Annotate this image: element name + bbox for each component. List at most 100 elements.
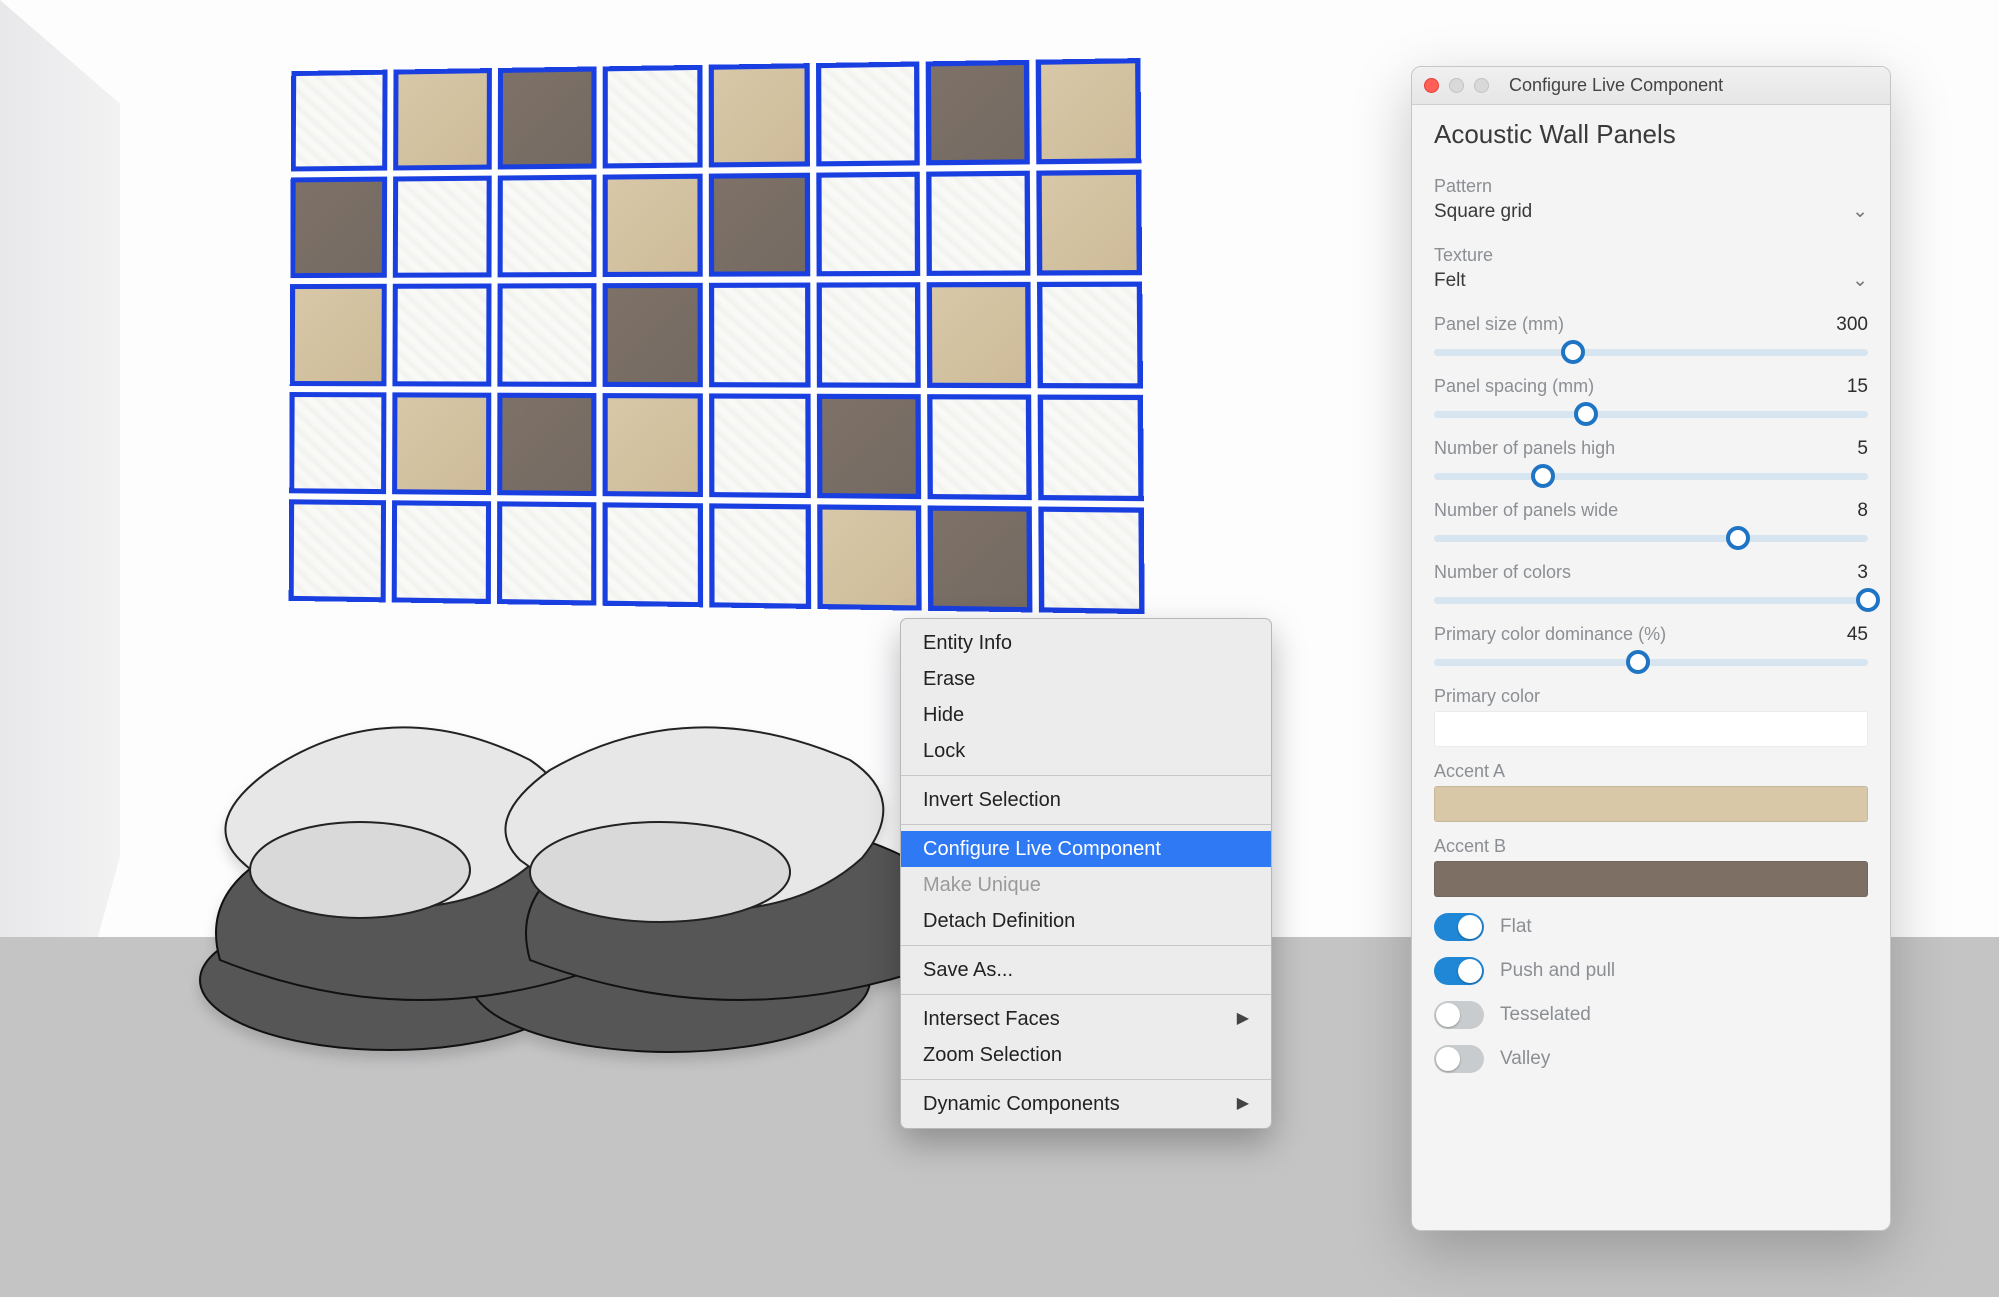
texture-select[interactable]: Felt ⌄ — [1434, 266, 1868, 300]
panel-tile[interactable] — [497, 66, 596, 169]
panel-tile[interactable] — [709, 503, 811, 609]
tesselated-toggle[interactable] — [1434, 1001, 1484, 1029]
slider-track — [1434, 473, 1868, 480]
panel-tile[interactable] — [393, 284, 491, 386]
couch-model[interactable] — [190, 660, 950, 1060]
menu-item-detach-definition[interactable]: Detach Definition — [901, 903, 1271, 939]
slider-track — [1434, 349, 1868, 356]
primary-color-label: Primary color — [1434, 686, 1868, 707]
window-titlebar[interactable]: Configure Live Component — [1412, 67, 1890, 105]
panel-tile[interactable] — [1038, 506, 1145, 614]
zoom-icon[interactable] — [1474, 78, 1489, 93]
panel-tile[interactable] — [709, 393, 811, 498]
panel-tile[interactable] — [602, 393, 703, 497]
panel-tile[interactable] — [392, 392, 490, 495]
panel-tile[interactable] — [926, 282, 1031, 388]
primary-color-swatch[interactable] — [1434, 711, 1868, 747]
texture-field: Texture Felt ⌄ — [1434, 245, 1868, 300]
minimize-icon[interactable] — [1449, 78, 1464, 93]
slider-track — [1434, 659, 1868, 666]
close-icon[interactable] — [1424, 78, 1439, 93]
slider-thumb[interactable] — [1561, 340, 1585, 364]
panel-tile[interactable] — [817, 283, 920, 388]
panel-tile[interactable] — [289, 392, 386, 494]
flat-label: Flat — [1500, 916, 1532, 938]
panel-tile[interactable] — [816, 61, 919, 166]
panel-tile[interactable] — [393, 68, 491, 171]
panel-tile[interactable] — [392, 500, 491, 604]
menu-separator — [901, 994, 1271, 995]
menu-item-zoom-selection[interactable]: Zoom Selection — [901, 1037, 1271, 1073]
push-pull-toggle[interactable] — [1434, 957, 1484, 985]
panel_size-slider[interactable] — [1434, 342, 1868, 362]
menu-item-intersect-faces[interactable]: Intersect Faces▶ — [901, 1001, 1271, 1037]
colors-label: Number of colors — [1434, 562, 1571, 583]
panel-tile[interactable] — [817, 393, 920, 499]
colors-slider[interactable] — [1434, 590, 1868, 610]
menu-item-dynamic-components[interactable]: Dynamic Components▶ — [901, 1086, 1271, 1122]
slider-thumb[interactable] — [1626, 650, 1650, 674]
panel-tile[interactable] — [709, 283, 811, 387]
panel-tile[interactable] — [709, 63, 811, 168]
slider-track — [1434, 597, 1868, 604]
accent-b-swatch[interactable] — [1434, 861, 1868, 897]
menu-item-save-as-[interactable]: Save As... — [901, 952, 1271, 988]
panel-tile[interactable] — [1037, 282, 1143, 388]
accent-b-field: Accent B — [1434, 836, 1868, 897]
slider-thumb[interactable] — [1726, 526, 1750, 550]
menu-item-lock[interactable]: Lock — [901, 733, 1271, 769]
texture-label: Texture — [1434, 245, 1868, 266]
panel-tile[interactable] — [817, 172, 920, 277]
slider-thumb[interactable] — [1856, 588, 1880, 612]
panel-heading: Acoustic Wall Panels — [1412, 105, 1890, 156]
panel-tile[interactable] — [497, 175, 596, 278]
panel-tile[interactable] — [927, 394, 1032, 500]
menu-item-entity-info[interactable]: Entity Info — [901, 625, 1271, 661]
spacing-slider[interactable] — [1434, 404, 1868, 424]
toggle-knob — [1458, 915, 1482, 939]
wide-slider[interactable] — [1434, 528, 1868, 548]
panel-tile[interactable] — [1037, 394, 1143, 501]
panel-tile[interactable] — [290, 177, 387, 279]
pattern-select[interactable]: Square grid ⌄ — [1434, 197, 1868, 231]
acoustic-panel-component[interactable] — [289, 58, 1145, 614]
panel-tile[interactable] — [289, 499, 387, 602]
menu-item-invert-selection[interactable]: Invert Selection — [901, 782, 1271, 818]
panel-tile[interactable] — [602, 174, 702, 278]
menu-item-hide[interactable]: Hide — [901, 697, 1271, 733]
panel-tile[interactable] — [497, 284, 596, 387]
panel-tile[interactable] — [497, 392, 596, 496]
dominance-slider[interactable] — [1434, 652, 1868, 672]
panel-tile[interactable] — [1036, 170, 1142, 276]
panel-tile[interactable] — [925, 60, 1029, 166]
panel-tile[interactable] — [1035, 58, 1141, 164]
slider-thumb[interactable] — [1531, 464, 1555, 488]
colors-value: 3 — [1857, 562, 1868, 584]
flat-toggle[interactable] — [1434, 913, 1484, 941]
panel-tile[interactable] — [291, 70, 388, 172]
colors-field: Number of colors 3 — [1434, 562, 1868, 610]
menu-separator — [901, 824, 1271, 825]
panel-tile[interactable] — [290, 284, 387, 386]
menu-item-configure-live-component[interactable]: Configure Live Component — [901, 831, 1271, 867]
panel-tile[interactable] — [602, 283, 703, 387]
panel-tile[interactable] — [817, 504, 921, 611]
primary-color-field: Primary color — [1434, 686, 1868, 747]
spacing-field: Panel spacing (mm)15 — [1434, 376, 1868, 424]
panel-tile[interactable] — [496, 501, 596, 606]
panel-tile[interactable] — [926, 171, 1031, 277]
slider-thumb[interactable] — [1574, 402, 1598, 426]
submenu-arrow-icon: ▶ — [1237, 1005, 1249, 1033]
accent-a-swatch[interactable] — [1434, 786, 1868, 822]
menu-item-erase[interactable]: Erase — [901, 661, 1271, 697]
context-menu: Entity InfoEraseHideLock Invert Selection… — [900, 618, 1272, 1129]
panel-tile[interactable] — [602, 502, 703, 607]
valley-toggle[interactable] — [1434, 1045, 1484, 1073]
panel-tile[interactable] — [393, 176, 491, 278]
wide-label: Number of panels wide — [1434, 500, 1618, 521]
panel-tile[interactable] — [602, 65, 702, 169]
high-slider[interactable] — [1434, 466, 1868, 486]
valley-toggle-row: Valley — [1434, 1045, 1868, 1073]
panel-tile[interactable] — [927, 505, 1032, 612]
panel-tile[interactable] — [709, 173, 811, 277]
